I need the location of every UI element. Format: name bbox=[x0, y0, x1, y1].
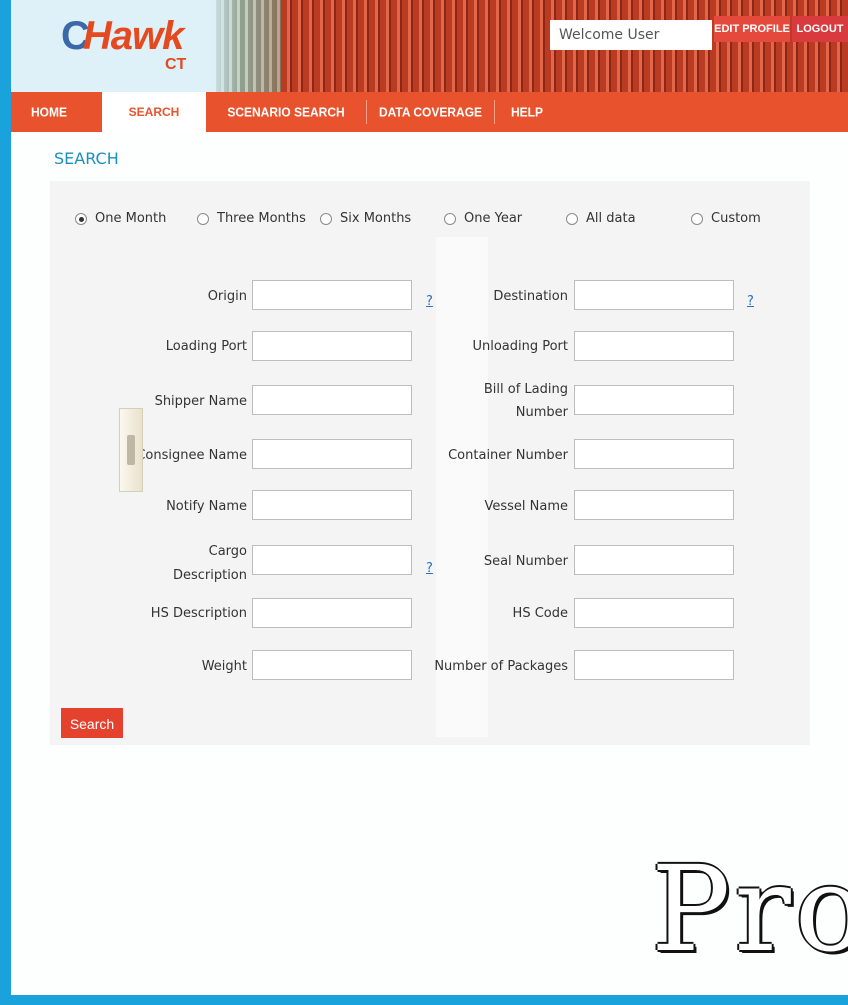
vessel-name-label: Vessel Name bbox=[484, 499, 568, 514]
nav-data-coverage[interactable]: DATA COVERAGE bbox=[367, 90, 494, 134]
consignee-name-input[interactable] bbox=[252, 439, 412, 469]
logo-subtitle: CT bbox=[165, 56, 187, 73]
vessel-name-input[interactable] bbox=[574, 490, 734, 520]
radio-label: All data bbox=[586, 211, 636, 226]
unloading-port-input[interactable] bbox=[574, 331, 734, 361]
number-of-packages-input[interactable] bbox=[574, 650, 734, 680]
logo[interactable]: CHawk bbox=[61, 14, 184, 58]
search-button[interactable]: Search bbox=[61, 708, 123, 738]
origin-input[interactable] bbox=[252, 280, 412, 310]
hs-code-label: HS Code bbox=[512, 606, 568, 621]
destination-input[interactable] bbox=[574, 280, 734, 310]
hs-description-input[interactable] bbox=[252, 598, 412, 628]
bill-of-lading-label-line2: Number bbox=[515, 405, 568, 420]
radio-label: Custom bbox=[711, 211, 761, 226]
cargo-description-input[interactable] bbox=[252, 545, 412, 575]
number-of-packages-label: Number of Packages bbox=[434, 659, 568, 674]
radio-six-months[interactable]: Six Months bbox=[320, 211, 411, 226]
weight-input[interactable] bbox=[252, 650, 412, 680]
radio-checked-icon bbox=[75, 212, 87, 225]
weight-label: Weight bbox=[201, 659, 247, 674]
nav-home[interactable]: HOME bbox=[29, 90, 69, 134]
radio-unchecked-icon bbox=[566, 212, 578, 225]
loading-port-label: Loading Port bbox=[165, 339, 247, 354]
cargo-description-label-line1: Cargo bbox=[208, 544, 247, 559]
origin-label: Origin bbox=[207, 289, 247, 304]
side-scroll-widget[interactable] bbox=[119, 408, 143, 492]
main-nav: HOME SEARCH SCENARIO SEARCH DATA COVERAG… bbox=[11, 92, 848, 132]
radio-three-months[interactable]: Three Months bbox=[197, 211, 306, 226]
radio-unchecked-icon bbox=[691, 212, 703, 225]
header-banner: CHawk CT Welcome User EDIT PROFILE LOGOU… bbox=[11, 0, 848, 92]
cargo-description-help-link[interactable]: ? bbox=[426, 561, 433, 576]
welcome-text: Welcome User bbox=[550, 20, 712, 50]
radio-label: One Year bbox=[464, 211, 523, 226]
shipper-name-input[interactable] bbox=[252, 385, 412, 415]
radio-one-month[interactable]: One Month bbox=[75, 211, 166, 226]
page-title: SEARCH bbox=[54, 149, 119, 168]
shipper-name-label: Shipper Name bbox=[154, 394, 247, 409]
watermark-text: Pro bbox=[651, 840, 848, 978]
radio-one-year[interactable]: One Year bbox=[444, 211, 522, 226]
destination-label: Destination bbox=[493, 289, 568, 304]
nav-help[interactable]: HELP bbox=[495, 90, 559, 134]
cargo-description-label-line2: Description bbox=[172, 568, 247, 583]
notify-name-label: Notify Name bbox=[166, 499, 247, 514]
app-page: CHawk CT Welcome User EDIT PROFILE LOGOU… bbox=[11, 0, 848, 995]
container-number-input[interactable] bbox=[574, 439, 734, 469]
seal-number-label: Seal Number bbox=[483, 554, 568, 569]
logo-area: CHawk CT bbox=[11, 0, 241, 92]
hs-code-input[interactable] bbox=[574, 598, 734, 628]
logo-word: Hawk bbox=[82, 14, 184, 58]
loading-port-input[interactable] bbox=[252, 331, 412, 361]
radio-label: One Month bbox=[95, 211, 167, 226]
radio-all-data[interactable]: All data bbox=[566, 211, 636, 226]
origin-help-link[interactable]: ? bbox=[426, 294, 433, 309]
nav-scenario-search[interactable]: SCENARIO SEARCH bbox=[206, 90, 366, 134]
nav-search[interactable]: SEARCH bbox=[102, 92, 206, 132]
container-number-label: Container Number bbox=[448, 448, 568, 463]
unloading-port-label: Unloading Port bbox=[472, 339, 568, 354]
hs-description-label: HS Description bbox=[150, 606, 247, 621]
radio-custom[interactable]: Custom bbox=[691, 211, 761, 226]
bill-of-lading-input[interactable] bbox=[574, 385, 734, 415]
edit-profile-button[interactable]: EDIT PROFILE bbox=[714, 16, 790, 42]
radio-unchecked-icon bbox=[444, 212, 456, 225]
logout-button[interactable]: LOGOUT bbox=[792, 16, 848, 42]
radio-unchecked-icon bbox=[320, 212, 332, 225]
radio-unchecked-icon bbox=[197, 212, 209, 225]
seal-number-input[interactable] bbox=[574, 545, 734, 575]
radio-label: Three Months bbox=[217, 211, 306, 226]
destination-help-link[interactable]: ? bbox=[747, 294, 754, 309]
bill-of-lading-label-line1: Bill of Lading bbox=[483, 382, 568, 397]
notify-name-input[interactable] bbox=[252, 490, 412, 520]
widget-handle-icon[interactable] bbox=[127, 435, 135, 465]
radio-label: Six Months bbox=[340, 211, 412, 226]
